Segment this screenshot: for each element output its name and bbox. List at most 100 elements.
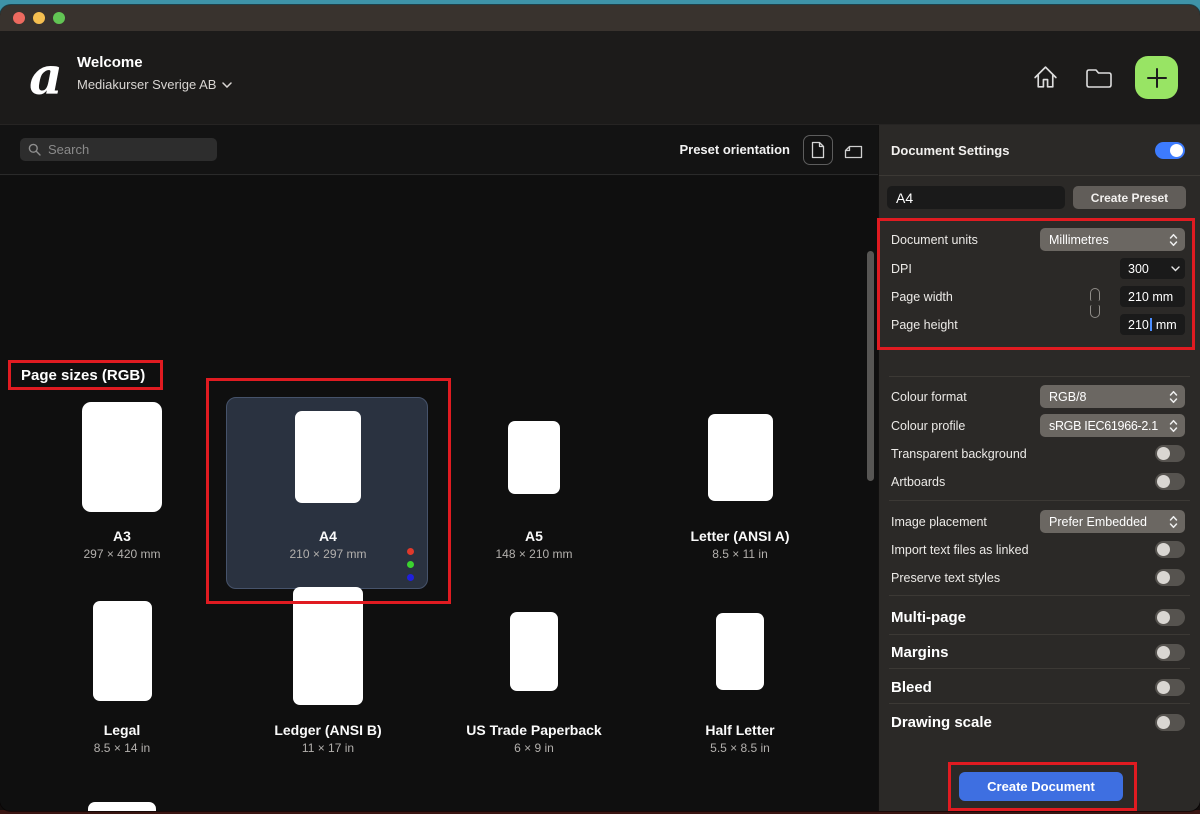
page-height-unit: mm xyxy=(1156,318,1177,332)
preset-tile-us-trade-paperback[interactable]: US Trade Paperback 6 × 9 in xyxy=(431,571,637,763)
dpi-input[interactable]: 300 xyxy=(1120,258,1185,279)
artboards-toggle[interactable] xyxy=(1155,473,1185,490)
margins-label: Margins xyxy=(891,644,949,661)
artboards-label: Artboards xyxy=(891,475,945,489)
home-icon xyxy=(1032,64,1059,91)
preset-tile-legal[interactable]: Legal 8.5 × 14 in xyxy=(19,571,225,763)
colour-format-select[interactable]: RGB/8 xyxy=(1040,385,1185,408)
preset-name: Ledger (ANSI B) xyxy=(274,721,381,740)
preset-name: A5 xyxy=(525,527,543,546)
margins-toggle[interactable] xyxy=(1155,644,1185,661)
preset-dims: 148 × 210 mm xyxy=(495,546,572,563)
multi-page-toggle[interactable] xyxy=(1155,609,1185,626)
colour-profile-value: sRGB IEC61966-2.1 xyxy=(1049,419,1158,433)
orientation-landscape-button[interactable] xyxy=(842,144,864,160)
transparent-background-toggle[interactable] xyxy=(1155,445,1185,462)
presets-scrollbar[interactable] xyxy=(867,251,874,481)
red-channel-dot xyxy=(407,548,414,555)
import-text-linked-toggle[interactable] xyxy=(1155,541,1185,558)
image-placement-select[interactable]: Prefer Embedded xyxy=(1040,510,1185,533)
search-icon xyxy=(28,143,41,156)
colour-format-label: Colour format xyxy=(891,390,967,404)
preset-name-input[interactable]: A4 xyxy=(887,186,1065,209)
stepper-icon xyxy=(1169,233,1178,247)
page-thumbnail xyxy=(716,613,764,690)
text-caret xyxy=(1150,318,1152,331)
new-document-button[interactable] xyxy=(1135,56,1178,99)
page-height-label: Page height xyxy=(891,318,958,332)
page-thumbnail xyxy=(295,411,361,503)
create-document-button[interactable]: Create Document xyxy=(959,772,1123,801)
preset-tile-half-letter[interactable]: Half Letter 5.5 × 8.5 in xyxy=(637,571,843,763)
multi-page-label: Multi-page xyxy=(891,609,966,626)
document-settings-toggle[interactable] xyxy=(1155,142,1185,159)
preset-name: Legal xyxy=(104,721,141,740)
preset-tile-oversize-magazine[interactable]: Oversize Magazine 9 × 12 in xyxy=(19,767,225,811)
search-input[interactable] xyxy=(48,142,224,157)
colour-profile-label: Colour profile xyxy=(891,419,965,433)
account-name: Mediakurser Sverige AB xyxy=(77,77,216,92)
preset-name: Letter (ANSI A) xyxy=(690,527,789,546)
preset-tile-a4-selected[interactable]: A4 210 × 297 mm xyxy=(225,377,431,569)
link-dimensions-icon[interactable] xyxy=(1089,288,1101,318)
panel-divider xyxy=(879,175,1200,176)
preset-dims: 6 × 9 in xyxy=(514,740,554,757)
preset-name: A4 xyxy=(319,527,337,546)
create-preset-button[interactable]: Create Preset xyxy=(1073,186,1186,209)
preset-tile-letter[interactable]: Letter (ANSI A) 8.5 × 11 in xyxy=(637,377,843,569)
panel-divider xyxy=(889,500,1190,501)
panel-divider xyxy=(889,595,1190,596)
bleed-toggle[interactable] xyxy=(1155,679,1185,696)
document-units-value: Millimetres xyxy=(1049,233,1109,247)
zoom-window-button[interactable] xyxy=(53,12,65,24)
page-thumbnail xyxy=(708,414,773,501)
plus-icon xyxy=(1146,67,1168,89)
account-switcher[interactable]: Mediakurser Sverige AB xyxy=(77,77,232,92)
preset-dims: 8.5 × 14 in xyxy=(94,740,150,757)
page-title: Welcome xyxy=(77,54,143,71)
stepper-icon xyxy=(1169,419,1178,433)
open-file-button[interactable] xyxy=(1082,60,1116,94)
dpi-value: 300 xyxy=(1128,262,1149,276)
preset-tile-a3[interactable]: A3 297 × 420 mm xyxy=(19,377,225,569)
preset-tile-a5[interactable]: A5 148 × 210 mm xyxy=(431,377,637,569)
stepper-icon xyxy=(1169,390,1178,404)
page-thumbnail xyxy=(93,601,152,701)
chevron-down-icon xyxy=(1171,266,1180,272)
preset-name: A3 xyxy=(113,527,131,546)
minimize-window-button[interactable] xyxy=(33,12,45,24)
presets-toolbar: Preset orientation xyxy=(0,125,878,175)
colour-profile-select[interactable]: sRGB IEC61966-2.1 xyxy=(1040,414,1185,437)
header: a Welcome Mediakurser Sverige AB xyxy=(0,31,1200,125)
document-settings-title: Document Settings xyxy=(891,143,1009,158)
page-height-input[interactable]: 210mm xyxy=(1120,314,1185,335)
preserve-text-styles-label: Preserve text styles xyxy=(891,571,1000,585)
drawing-scale-label: Drawing scale xyxy=(891,714,992,731)
page-thumbnail xyxy=(88,802,156,811)
orientation-portrait-button[interactable] xyxy=(803,135,833,165)
panel-divider xyxy=(889,376,1190,377)
page-thumbnail xyxy=(510,612,558,691)
panel-divider xyxy=(889,668,1190,669)
preset-orientation-label: Preset orientation xyxy=(679,142,790,157)
presets-grid: Page sizes (RGB) A3 297 × 420 mm A4 xyxy=(0,176,878,811)
affinity-logo: a xyxy=(22,49,70,105)
portrait-page-icon xyxy=(811,141,825,159)
search-field[interactable] xyxy=(20,138,217,161)
preset-dims: 11 × 17 in xyxy=(302,740,354,757)
presets-region: Preset orientation Page sizes (RGB) A3 2… xyxy=(0,125,878,811)
home-button[interactable] xyxy=(1028,60,1062,94)
page-width-input[interactable]: 210 mm xyxy=(1120,286,1185,307)
preset-tile-ledger[interactable]: Ledger (ANSI B) 11 × 17 in xyxy=(225,571,431,763)
preserve-text-styles-toggle[interactable] xyxy=(1155,569,1185,586)
page-width-label: Page width xyxy=(891,290,953,304)
preset-dims: 8.5 × 11 in xyxy=(712,546,768,563)
document-units-select[interactable]: Millimetres xyxy=(1040,228,1185,251)
green-channel-dot xyxy=(407,561,414,568)
preset-dims: 210 × 297 mm xyxy=(289,546,366,563)
colour-format-value: RGB/8 xyxy=(1049,390,1087,404)
drawing-scale-toggle[interactable] xyxy=(1155,714,1185,731)
preset-name: US Trade Paperback xyxy=(466,721,601,740)
bleed-label: Bleed xyxy=(891,679,932,696)
close-window-button[interactable] xyxy=(13,12,25,24)
